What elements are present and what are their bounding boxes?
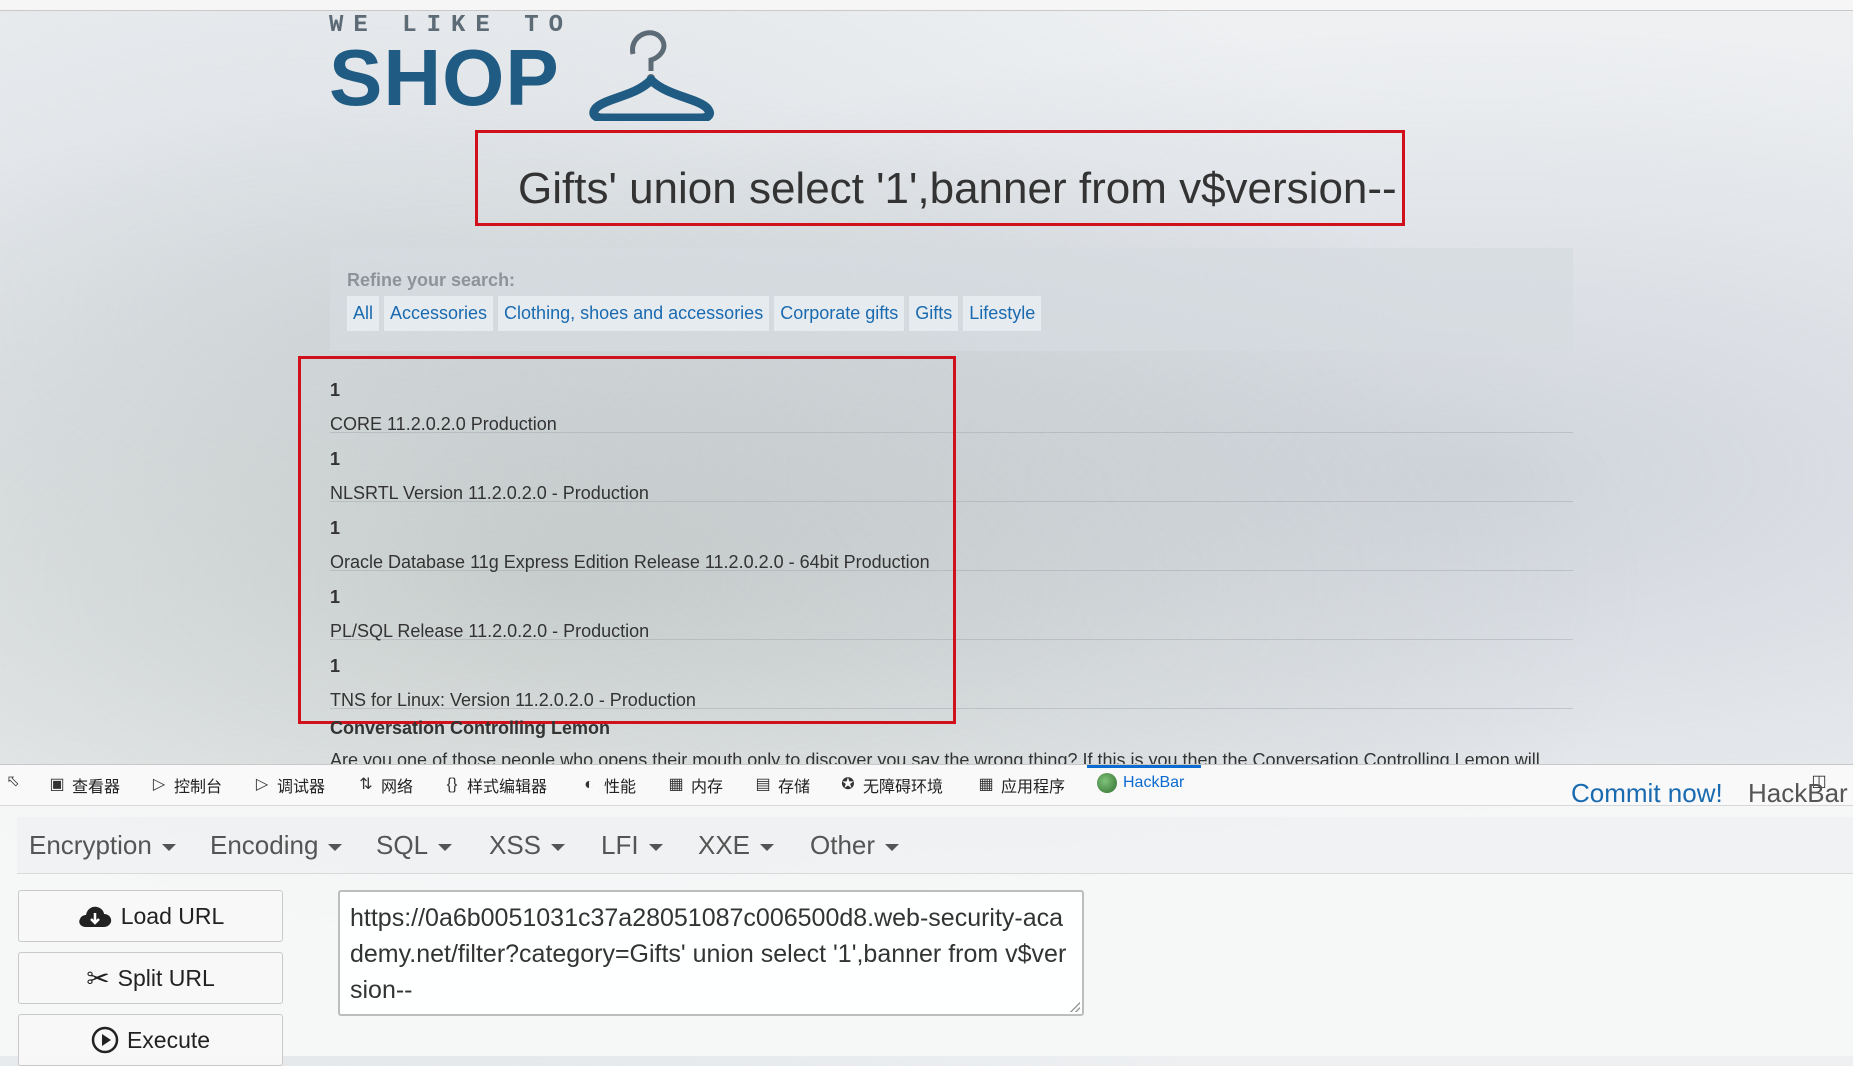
tab-network[interactable]: ⇅ 网络 <box>357 773 413 797</box>
tab-inspector[interactable]: ▣ 查看器 <box>48 773 120 797</box>
tab-label: 样式编辑器 <box>467 779 548 796</box>
hackbar-menu: Encryption Encoding SQL XSS LFI XXE Othe… <box>17 817 1853 874</box>
tab-performance[interactable]: ◐ 性能 <box>580 773 636 797</box>
category-filters: All Accessories Clothing, shoes and acce… <box>347 296 1042 331</box>
inspector-icon: ▣ <box>49 776 65 793</box>
menu-label: SQL <box>376 830 429 860</box>
filter-gifts[interactable]: Gifts <box>909 296 959 331</box>
menu-label: XXE <box>698 830 751 860</box>
filter-all[interactable]: All <box>347 296 380 331</box>
menu-encryption[interactable]: Encryption <box>29 830 176 861</box>
product-title[interactable]: Conversation Controlling Lemon <box>330 718 610 739</box>
tab-label: 调试器 <box>277 779 326 796</box>
tab-console[interactable]: ▷ 控制台 <box>150 773 222 797</box>
tab-label: 内存 <box>691 779 724 796</box>
scissors-icon: ✂ <box>86 962 110 994</box>
caret-down-icon <box>438 843 453 851</box>
menu-label: LFI <box>601 830 639 860</box>
filter-lifestyle[interactable]: Lifestyle <box>963 296 1042 331</box>
caret-down-icon <box>161 843 176 851</box>
menu-other[interactable]: Other <box>810 830 900 861</box>
tab-hackbar[interactable]: HackBar <box>1097 773 1184 793</box>
memory-icon: ▦ <box>668 776 684 793</box>
caret-down-icon <box>885 843 900 851</box>
browser-top-edge <box>0 0 1853 11</box>
menu-label: Other <box>810 830 876 860</box>
application-icon: ▦ <box>978 776 994 793</box>
refine-label: Refine your search: <box>347 270 516 290</box>
product-description-text: Are you one of those people who opens th… <box>330 752 1540 764</box>
split-url-label: Split URL <box>117 964 215 991</box>
menu-label: Encoding <box>210 830 319 860</box>
logo-name: SHOP <box>329 33 560 122</box>
devtools-panel: ⬁ ▣ 查看器 ▷ 控制台 ▷ 调试器 ⇅ 网络 {} 样式编辑器 ◐ 性能 ▦… <box>0 764 1853 1066</box>
tab-label: HackBar <box>1123 774 1185 791</box>
tab-label: 性能 <box>604 779 637 796</box>
url-textarea[interactable]: https://0a6b0051031c37a28051087c006500d8… <box>338 890 1084 1016</box>
tab-style-editor[interactable]: {} 样式编辑器 <box>443 773 547 797</box>
results-highlight-box <box>298 356 956 724</box>
tab-label: 控制台 <box>174 779 223 796</box>
style-editor-icon: {} <box>446 776 458 793</box>
console-icon: ▷ <box>152 776 166 793</box>
product-description: Are you one of those people who opens th… <box>330 752 1573 764</box>
load-url-label: Load URL <box>120 902 225 929</box>
caret-down-icon <box>648 843 663 851</box>
tab-application[interactable]: ▦ 应用程序 <box>977 773 1065 797</box>
tab-label: 查看器 <box>72 779 121 796</box>
hackbar-version-label: HackBar v <box>1748 778 1853 808</box>
split-url-button[interactable]: ✂ Split URL <box>18 952 283 1004</box>
page-title: Gifts' union select '1',banner from v$ve… <box>518 164 1397 213</box>
tab-storage[interactable]: ▤ 存储 <box>754 773 810 797</box>
tab-label: 网络 <box>381 779 414 796</box>
menu-encoding[interactable]: Encoding <box>210 830 343 861</box>
execute-label: Execute <box>126 1026 211 1053</box>
filter-clothing[interactable]: Clothing, shoes and accessories <box>498 296 770 331</box>
menu-lfi[interactable]: LFI <box>601 830 663 861</box>
performance-icon: ◐ <box>584 776 594 793</box>
commit-now-link[interactable]: Commit now! <box>1571 778 1723 809</box>
tab-accessibility[interactable]: ✪ 无障碍环境 <box>839 773 943 797</box>
caret-down-icon <box>551 843 566 851</box>
menu-xxe[interactable]: XXE <box>698 830 775 861</box>
url-value: https://0a6b0051031c37a28051087c006500d8… <box>350 904 1067 1004</box>
accessibility-icon: ✪ <box>841 776 855 793</box>
active-tab-indicator <box>1087 765 1201 768</box>
caret-down-icon <box>328 843 343 851</box>
storage-icon: ▤ <box>755 776 771 793</box>
element-picker[interactable]: ⬁ <box>4 773 22 791</box>
network-icon: ⇅ <box>359 776 373 793</box>
tab-debugger[interactable]: ▷ 调试器 <box>253 773 325 797</box>
tab-label: 无障碍环境 <box>863 779 944 796</box>
caret-down-icon <box>760 843 775 851</box>
menu-sql[interactable]: SQL <box>376 830 453 861</box>
tab-label: 存储 <box>778 779 811 796</box>
resize-grip-icon[interactable] <box>1070 1002 1080 1012</box>
play-circle-icon <box>91 1026 119 1054</box>
menu-label: XSS <box>489 830 542 860</box>
cloud-download-icon <box>78 906 111 927</box>
load-url-button[interactable]: Load URL <box>18 890 283 942</box>
hackbar-icon <box>1097 773 1117 793</box>
tab-memory[interactable]: ▦ 内存 <box>667 773 723 797</box>
filter-accessories[interactable]: Accessories <box>384 296 494 331</box>
filter-corporate-gifts[interactable]: Corporate gifts <box>774 296 905 331</box>
hanger-icon <box>589 30 714 121</box>
menu-xss[interactable]: XSS <box>489 830 566 861</box>
shop-logo[interactable]: WE LIKE TO SHOP <box>329 12 714 121</box>
execute-button[interactable]: Execute <box>18 1014 283 1066</box>
pick-element-icon: ⬁ <box>6 773 20 790</box>
tab-label: 应用程序 <box>1001 779 1066 796</box>
debugger-icon: ▷ <box>255 776 269 793</box>
refine-search-panel: Refine your search: All Accessories Clot… <box>330 248 1573 351</box>
menu-label: Encryption <box>29 830 152 860</box>
